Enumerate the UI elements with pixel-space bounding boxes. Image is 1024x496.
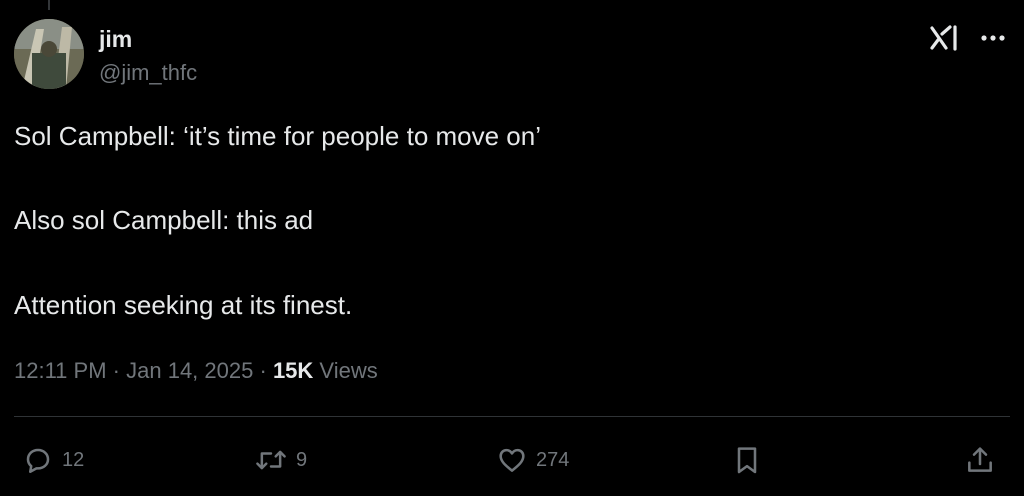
tweet-text-line-1: Sol Campbell: ‘it’s time for people to m… (14, 121, 541, 151)
tweet-date[interactable]: Jan 14, 2025 (126, 358, 253, 383)
repost-icon (256, 450, 286, 470)
tweet-time[interactable]: 12:11 PM (14, 358, 107, 383)
like-count: 274 (536, 448, 570, 471)
repost-button[interactable]: 9 (254, 442, 307, 478)
reply-count: 12 (62, 448, 85, 471)
grok-icon[interactable] (929, 24, 961, 52)
tweet-text-line-3: Attention seeking at its finest. (14, 290, 353, 320)
bookmark-button[interactable] (731, 442, 763, 478)
meta-separator: · (259, 358, 267, 383)
reply-button[interactable]: 12 (22, 442, 84, 478)
tweet-metadata: 12:11 PM · Jan 14, 2025 · 15K Views (14, 356, 378, 386)
share-button[interactable] (964, 442, 996, 478)
avatar-image (14, 19, 84, 89)
views-count[interactable]: 15K (273, 358, 313, 383)
like-button[interactable]: 274 (496, 442, 569, 478)
views-label: Views (319, 358, 378, 383)
share-icon (968, 447, 992, 472)
like-icon (499, 448, 525, 472)
reply-icon (26, 448, 50, 473)
thread-connector-line (48, 0, 50, 10)
repost-count: 9 (296, 448, 308, 471)
more-options-icon[interactable] (975, 26, 1011, 50)
avatar[interactable] (14, 19, 84, 89)
meta-separator: · (112, 358, 120, 383)
divider (14, 416, 1010, 417)
user-handle[interactable]: @jim_thfc (99, 59, 197, 87)
display-name[interactable]: jim (99, 25, 132, 53)
tweet-text-line-2: Also sol Campbell: this ad (14, 205, 314, 235)
bookmark-icon (737, 447, 757, 474)
